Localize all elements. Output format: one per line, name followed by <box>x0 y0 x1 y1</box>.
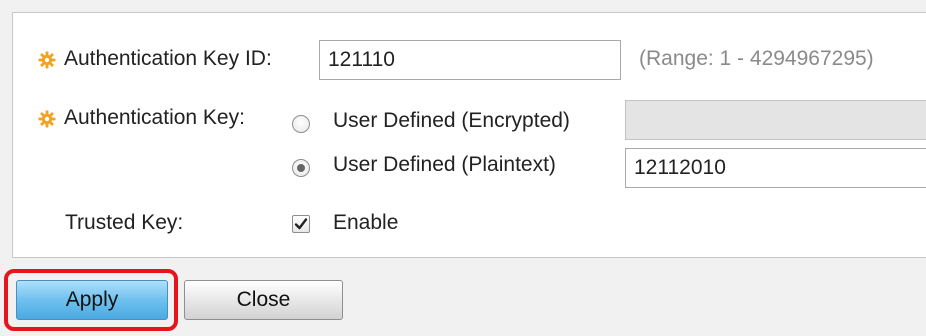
radio-encrypted-label: User Defined (Encrypted) <box>333 109 570 132</box>
plaintext-key-input[interactable]: 12112010 <box>625 148 926 188</box>
key-id-range-hint: (Range: 1 - 4294967295) <box>639 47 874 70</box>
apply-button[interactable]: Apply <box>16 280 168 320</box>
trusted-key-checkbox[interactable] <box>292 215 310 233</box>
key-id-input[interactable]: 121110 <box>319 40 621 80</box>
key-id-label: Authentication Key ID: <box>64 47 272 70</box>
radio-plaintext-label: User Defined (Plaintext) <box>333 153 556 176</box>
radio-plaintext[interactable] <box>292 159 310 177</box>
auth-key-label: Authentication Key: <box>64 106 245 129</box>
close-button[interactable]: Close <box>184 280 343 320</box>
encrypted-key-input[interactable] <box>625 100 926 140</box>
form-panel: Authentication Key ID: 121110 (Range: 1 … <box>12 12 926 258</box>
trusted-key-label: Trusted Key: <box>65 211 184 234</box>
trusted-key-enable-label: Enable <box>333 211 399 234</box>
checkmark-icon <box>294 218 308 230</box>
required-gear-icon <box>38 110 56 128</box>
radio-encrypted[interactable] <box>292 115 310 133</box>
required-gear-icon <box>38 51 56 69</box>
